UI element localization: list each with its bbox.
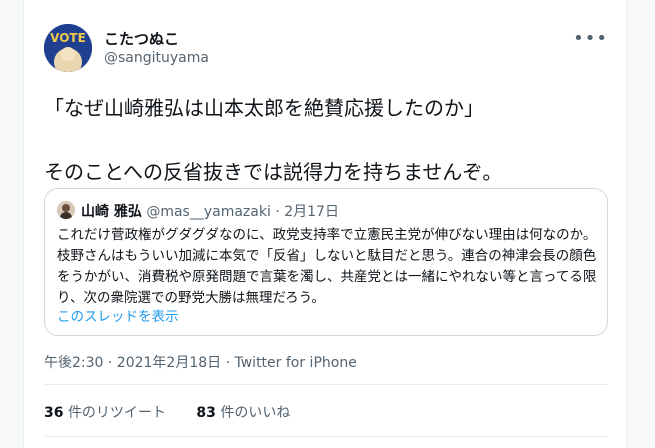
tweet-text: 「なぜ山崎雅弘は山本太郎を絶賛応援したのか」 そのことへの反省抜きでは説得力を持… [44, 96, 503, 184]
author-avatar[interactable]: VOTE [44, 24, 92, 72]
author-handle[interactable]: @sangituyama [104, 50, 209, 66]
likes-stat[interactable]: 83 件のいいね [196, 405, 290, 421]
quoted-separator: · [275, 204, 285, 220]
likes-count: 83 [196, 405, 216, 421]
retweets-stat[interactable]: 36 件のリツイート [44, 405, 170, 421]
likes-label: 件のいいね [220, 405, 291, 421]
avatar-text: VOTE [50, 31, 86, 45]
quoted-author-handle: @mas__yamazaki [146, 204, 271, 220]
quoted-author-avatar [57, 201, 75, 219]
tweet-card: VOTE こたつぬこ @sangituyama ••• 「なぜ山崎雅弘は山本太郎… [23, 0, 627, 448]
tweet-stats: 36 件のリツイート 83 件のいいね [44, 402, 316, 422]
divider [44, 384, 608, 385]
more-dots-icon[interactable]: ••• [573, 28, 608, 49]
quoted-date[interactable]: 2月17日 [284, 204, 339, 220]
author-display-name[interactable]: こたつぬこ [104, 28, 179, 49]
retweets-count: 36 [44, 405, 64, 421]
show-thread-link[interactable]: このスレッドを表示 [57, 305, 179, 325]
quoted-header: 山崎 雅弘 @mas__yamazaki · 2月17日 [81, 201, 339, 221]
quoted-tweet[interactable]: 山崎 雅弘 @mas__yamazaki · 2月17日 これだけ菅政権がグダグ… [44, 188, 608, 336]
quoted-author-name: 山崎 雅弘 [81, 204, 142, 220]
retweets-label: 件のリツイート [67, 405, 166, 421]
tweet-meta[interactable]: 午後2:30 · 2021年2月18日 · Twitter for iPhone [44, 352, 357, 372]
quoted-text: これだけ菅政権がグダグダなのに、政党支持率で立憲民主党が伸びない理由は何なのか。… [57, 227, 597, 306]
divider [44, 436, 608, 437]
